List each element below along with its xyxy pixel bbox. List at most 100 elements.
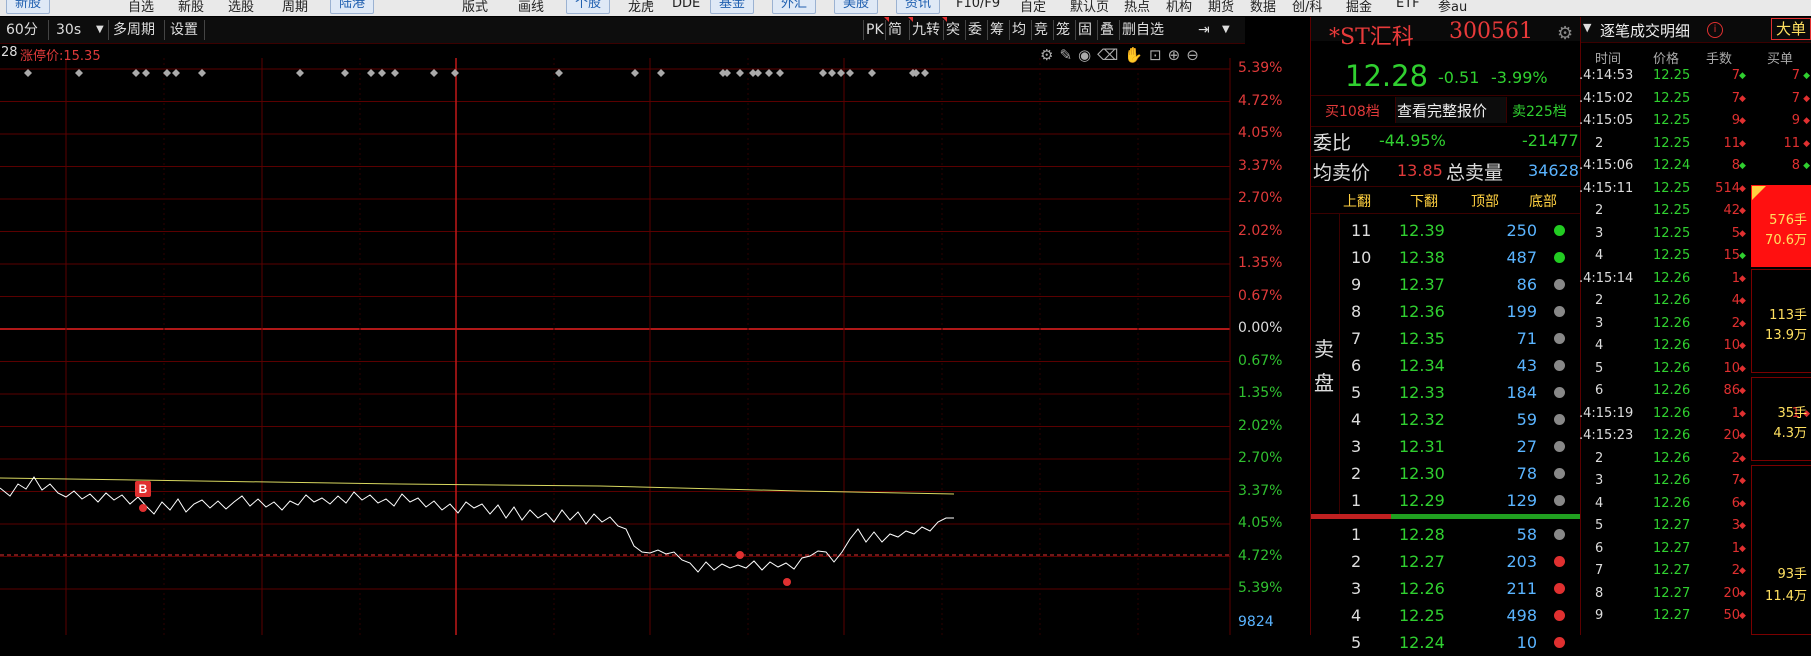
bid-level-row[interactable]: 2 12.27 203	[1311, 548, 1581, 575]
tick-direction-icon: ◆	[1739, 543, 1746, 554]
tick-time: 4	[1595, 248, 1604, 263]
level-number: 10	[1351, 248, 1372, 267]
chart-tool-icons[interactable]: ⚙✎◉⌫✋⊡⊕⊖	[1040, 46, 1205, 64]
ask-level-row[interactable]: 11 12.39 250	[1311, 217, 1581, 244]
big-order-hands: 93手	[1777, 567, 1807, 582]
interval-dropdown-icon[interactable]: ▼	[96, 20, 104, 40]
big-order-toggle[interactable]: 大单	[1771, 18, 1811, 40]
level-volume: 59	[1516, 410, 1537, 429]
zoom-in-icon[interactable]: ⊕	[1168, 46, 1187, 64]
pen-icon[interactable]: ✎	[1059, 46, 1078, 64]
chart-toolbar-item[interactable]: 简	[888, 20, 902, 40]
tick-panel-title: 逐笔成交明细	[1600, 22, 1691, 40]
ask-level-row[interactable]: 7 12.35 71	[1311, 325, 1581, 352]
ask-level-row[interactable]: 6 12.34 43	[1311, 352, 1581, 379]
top-menu-item[interactable]: 新股	[178, 0, 204, 15]
tab-ask-depth[interactable]: 卖225档	[1512, 101, 1567, 121]
bid-level-row[interactable]: 3 12.26 211	[1311, 575, 1581, 602]
top-menu-item[interactable]: 期货	[1208, 0, 1234, 15]
ask-level-row[interactable]: 2 12.30 78	[1311, 460, 1581, 487]
volume-readout: 9824	[1238, 614, 1274, 630]
ask-level-row[interactable]: 1 12.29 129	[1311, 487, 1581, 514]
top-menu-item[interactable]: 参au	[1438, 0, 1467, 15]
bid-level-row[interactable]: 5 12.24 10	[1311, 629, 1581, 656]
nav-page-up[interactable]: 上翻	[1343, 191, 1371, 211]
big-order-block[interactable]: 93手 11.4万	[1751, 465, 1811, 635]
bid-level-row[interactable]: 4 12.25 498	[1311, 602, 1581, 629]
big-order-block[interactable]: 576手 70.6万	[1751, 185, 1811, 267]
top-menu-item[interactable]: 龙虎	[628, 0, 654, 15]
tick-row[interactable]: .4:14:53 12.25 7 ◆ 7 ◆	[1579, 65, 1811, 87]
tick-row[interactable]: 2 12.25 11 ◆ 11 ◆	[1581, 133, 1811, 155]
settings-button[interactable]: 设置	[170, 20, 198, 40]
bid-level-row[interactable]: 1 12.28 58	[1311, 521, 1581, 548]
nav-bottom[interactable]: 底部	[1529, 191, 1557, 211]
ask-level-row[interactable]: 8 12.36 199	[1311, 298, 1581, 325]
top-menu-item[interactable]: ETF	[1396, 0, 1420, 11]
lock-icon[interactable]: ⊡	[1149, 46, 1168, 64]
ask-level-row[interactable]: 9 12.37 86	[1311, 271, 1581, 298]
toolbar-more-icon[interactable]: ▼	[1222, 20, 1230, 40]
gear-icon[interactable]: ⚙	[1040, 46, 1059, 64]
big-order-block[interactable]: 35手 4.3万	[1751, 377, 1811, 461]
top-menu-item[interactable]: 版式	[462, 0, 488, 15]
zoom-out-icon[interactable]: ⊖	[1186, 46, 1205, 64]
chart-toolbar-item[interactable]: 筹	[990, 20, 1004, 40]
intraday-chart[interactable]: B 28 涨停价:15.35 5.39% 4.72% 4.05% 3.37% 2.70%…	[0, 44, 1310, 635]
chart-toolbar-item[interactable]: 笼	[1056, 20, 1070, 40]
top-menu-item[interactable]: 外汇	[772, 0, 817, 14]
top-menu-item[interactable]: F10/F9	[956, 0, 1000, 11]
tick-row[interactable]: .4:15:02 12.25 7 ◆ 7 ◆	[1579, 88, 1811, 110]
top-menu-item[interactable]: 自选	[128, 0, 154, 15]
period-selector[interactable]: 60分	[6, 20, 38, 40]
nav-page-down[interactable]: 下翻	[1410, 191, 1438, 211]
top-menu-item[interactable]: 热点	[1124, 0, 1150, 15]
top-menu-item[interactable]: 个股	[566, 0, 611, 14]
top-menu-item[interactable]: 陆港	[330, 0, 375, 14]
top-menu-item[interactable]: 美股	[834, 0, 879, 14]
nav-top[interactable]: 顶部	[1471, 191, 1499, 211]
top-menu-item[interactable]: 基金	[710, 0, 755, 14]
big-order-block[interactable]: 113手 13.9万	[1751, 269, 1811, 373]
top-menu-item[interactable]: DDE	[672, 0, 700, 11]
chart-toolbar-item[interactable]: PK	[866, 20, 884, 40]
hand-icon[interactable]: ✋	[1124, 46, 1149, 64]
top-menu-item[interactable]: 画线	[518, 0, 544, 15]
eye-icon[interactable]: ◉	[1078, 46, 1097, 64]
top-menu-item[interactable]: 创/科	[1292, 0, 1322, 15]
chart-toolbar-item[interactable]: 叠	[1100, 20, 1114, 40]
top-menu-item[interactable]: 机构	[1166, 0, 1192, 15]
chart-toolbar-item[interactable]: 固	[1078, 20, 1092, 40]
top-menu-item[interactable]: 新股	[6, 0, 51, 14]
tab-full-quote[interactable]: 查看完整报价	[1397, 100, 1487, 121]
tab-bid-depth[interactable]: 买108档	[1325, 101, 1380, 121]
chart-toolbar-item[interactable]: 委	[968, 20, 982, 40]
tick-row[interactable]: .4:15:06 12.24 8 ◆ 8 ◆	[1579, 155, 1811, 177]
ask-level-row[interactable]: 10 12.38 487	[1311, 244, 1581, 271]
multi-period-button[interactable]: 多周期	[113, 20, 155, 40]
tick-panel-dropdown-icon[interactable]: ▼	[1583, 21, 1591, 34]
chart-toolbar-item[interactable]: 突	[946, 20, 960, 40]
chart-toolbar-item[interactable]: 竞	[1034, 20, 1048, 40]
top-menu-item[interactable]: 默认页	[1070, 0, 1109, 15]
level-volume: 250	[1506, 221, 1537, 240]
chart-toolbar-item[interactable]: 均	[1012, 20, 1026, 40]
chart-toolbar-item[interactable]: 删自选	[1122, 20, 1164, 40]
interval-selector[interactable]: 30s	[56, 20, 81, 40]
tick-row[interactable]: .4:15:05 12.25 9 ◆ 9 ◆	[1579, 110, 1811, 132]
gear-icon[interactable]: ⚙	[1557, 23, 1573, 44]
top-menu-item[interactable]: 数据	[1250, 0, 1276, 15]
delete-icon[interactable]: ⌫	[1097, 46, 1124, 64]
ask-level-row[interactable]: 3 12.31 27	[1311, 433, 1581, 460]
info-icon[interactable]: i	[1707, 22, 1723, 38]
top-menu-item[interactable]: 周期	[282, 0, 308, 15]
top-menu-item[interactable]: 选股	[228, 0, 254, 15]
ask-level-row[interactable]: 4 12.32 59	[1311, 406, 1581, 433]
top-menu-item[interactable]: 自定	[1020, 0, 1046, 15]
tick-direction-icon: ◆	[1739, 228, 1746, 239]
ask-level-row[interactable]: 5 12.33 184	[1311, 379, 1581, 406]
exit-icon[interactable]: ⇥	[1198, 20, 1210, 40]
chart-toolbar-item[interactable]: 九转	[912, 20, 940, 40]
top-menu-item[interactable]: 掘金	[1346, 0, 1372, 15]
top-menu-item[interactable]: 资讯	[896, 0, 941, 14]
